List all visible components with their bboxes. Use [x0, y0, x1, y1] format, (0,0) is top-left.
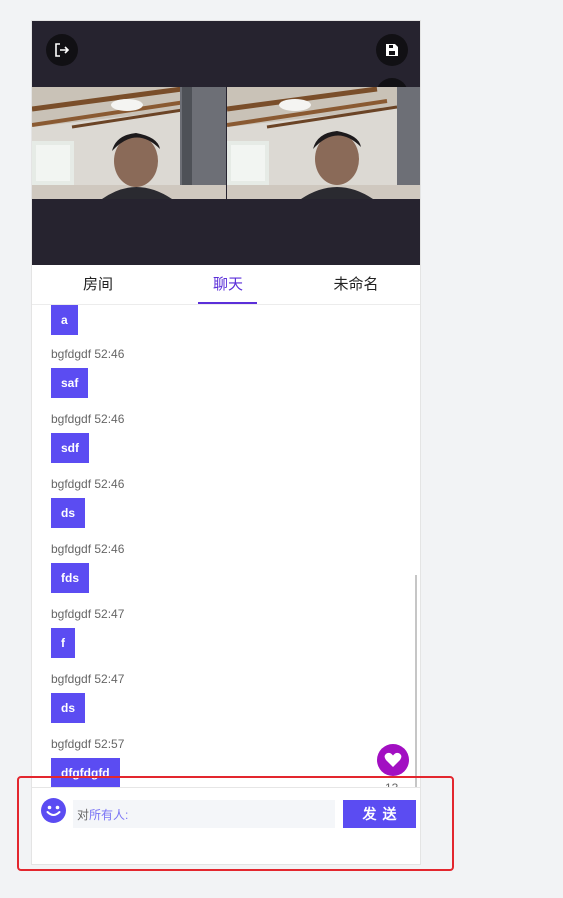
message-bubble: ds: [51, 693, 86, 723]
video-feed-right[interactable]: [227, 87, 420, 199]
chat-scrollbar[interactable]: [415, 575, 417, 787]
message-meta: bgfdgdf 52:46: [51, 412, 125, 426]
tab-bar: 房间 聊天 未命名: [32, 265, 420, 305]
message-bubble: f: [51, 628, 75, 658]
chat-message-list[interactable]: a bgfdgdf 52:46 saf bgfdgdf 52:46 sdf bg…: [32, 305, 420, 787]
like-button[interactable]: [377, 744, 409, 776]
message-bubble: saf: [51, 368, 89, 398]
active-tab-indicator: [198, 302, 257, 304]
message-bubble: sdf: [51, 433, 89, 463]
tab-chat[interactable]: 聊天: [178, 265, 278, 304]
message-bubble: fds: [51, 563, 89, 593]
message-bubble: ds: [51, 498, 86, 528]
message-meta: bgfdgdf 52:46: [51, 477, 125, 491]
video-feed-left[interactable]: [32, 87, 226, 199]
webcam-image: [32, 87, 226, 199]
message-meta: bgfdgdf 52:46: [51, 347, 125, 361]
heart-icon: [384, 752, 402, 767]
tab-unnamed[interactable]: 未命名: [306, 265, 406, 304]
message-bubble: a: [51, 305, 78, 335]
message-meta: bgfdgdf 52:47: [51, 607, 125, 621]
video-strip: [32, 87, 420, 199]
save-icon: [386, 44, 398, 56]
webcam-image: [227, 87, 420, 199]
exit-button[interactable]: [46, 34, 78, 66]
message-meta: bgfdgdf 52:57: [51, 737, 125, 751]
save-button[interactable]: [376, 34, 408, 66]
video-area: [32, 21, 420, 265]
exit-icon: [55, 43, 70, 57]
message-meta: bgfdgdf 52:47: [51, 672, 125, 686]
highlight-annotation: [17, 776, 454, 871]
message-meta: bgfdgdf 52:46: [51, 542, 125, 556]
tab-room[interactable]: 房间: [48, 265, 148, 304]
mobile-frame: 房间 聊天 未命名 a bgfdgdf 52:46 saf bgfdgdf 52…: [31, 20, 421, 865]
